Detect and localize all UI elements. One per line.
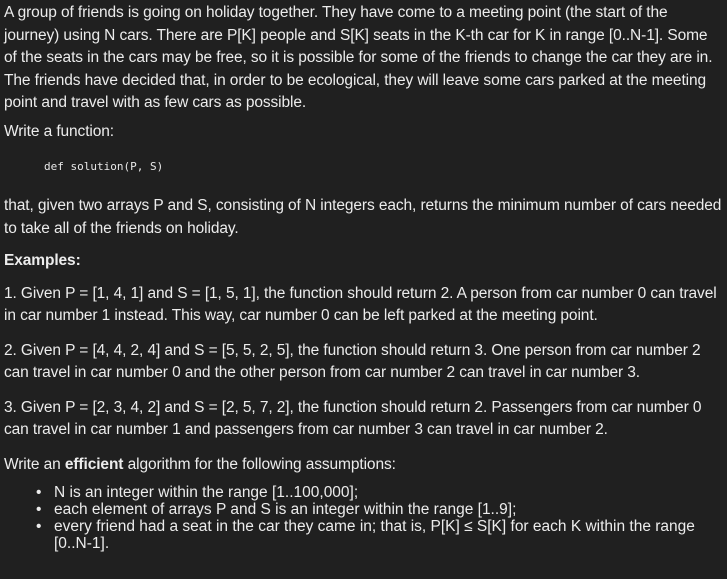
assumptions-intro: Write an efficient algorithm for the fol… [4,454,723,477]
write-function-text: Write a function: [4,122,115,140]
bullet-icon: • [36,484,42,501]
list-item: • N is an integer within the range [1..10… [36,484,723,501]
task-description: A group of friends is going on holiday t… [0,0,727,579]
list-item: • every friend had a seat in the car they… [36,518,723,552]
assumption-text: each element of arrays P and S is an int… [54,501,517,518]
examples-heading: Examples: [4,252,81,269]
example-1: 1. Given P = [1, 4, 1] and S = [1, 5, 1]… [4,284,717,325]
intro-paragraph: A group of friends is going on holiday t… [4,4,713,111]
function-signature-code: def solution(P, S) [44,160,164,173]
description-paragraph: that, given two arrays P and S, consisti… [4,197,722,237]
assumption-text: N is an integer within the range [1..100… [54,484,359,501]
assumptions-list: • N is an integer within the range [1..10… [4,484,723,552]
example-2: 2. Given P = [4, 4, 2, 4] and S = [5, 5,… [4,341,701,382]
example-3: 3. Given P = [2, 3, 4, 2] and S = [2, 5,… [4,398,702,439]
list-item: • each element of arrays P and S is an in… [36,501,723,518]
assumptions-emphasis: efficient [64,455,124,473]
bullet-icon: • [36,518,42,535]
bullet-icon: • [36,501,42,518]
assumptions-prefix: Write an [4,455,65,473]
assumptions-suffix: algorithm for the following assumptions: [123,455,396,473]
assumption-text: every friend had a seat in the car they … [54,518,695,552]
